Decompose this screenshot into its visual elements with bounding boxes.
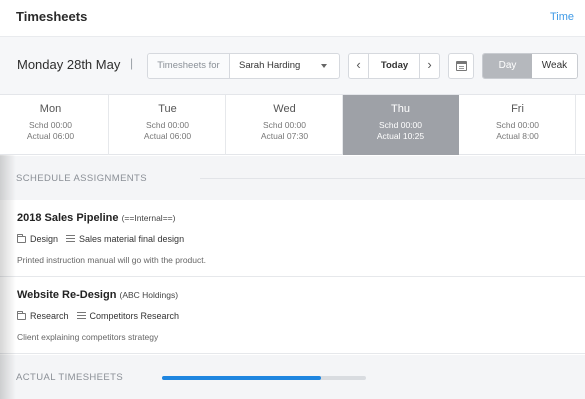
day-name: Mon bbox=[39, 103, 62, 115]
day-actual: Actual 8:00 bbox=[496, 131, 539, 141]
view-day-button[interactable]: Day bbox=[483, 54, 532, 78]
view-toggle: Day Weak bbox=[482, 53, 578, 79]
calendar-icon bbox=[456, 61, 467, 71]
progress-fill bbox=[162, 376, 322, 380]
day-mon[interactable]: Mon Schd 00:00 Actual 06:00 bbox=[0, 95, 109, 155]
section-title: ACTUAL TIMESHEETS bbox=[16, 372, 124, 383]
timesheets-for-value: Sarah Harding bbox=[239, 60, 301, 71]
assignment-tags: Research Competitors Research bbox=[17, 311, 179, 321]
timesheets-for-label: Timesheets for bbox=[148, 54, 230, 78]
day-schd: Schd 00:00 bbox=[262, 120, 306, 130]
list-icon bbox=[66, 235, 76, 242]
task: Sales material final design bbox=[79, 234, 185, 244]
divider bbox=[200, 178, 585, 179]
schedule-section-header: SCHEDULE ASSIGNMENTS bbox=[0, 156, 585, 200]
day-schd: Schd 00:00 bbox=[495, 120, 539, 130]
time-link[interactable]: Time bbox=[550, 11, 574, 23]
day-tue[interactable]: Tue Schd 00:00 Actual 06:00 bbox=[110, 95, 226, 155]
app-title: Timesheets bbox=[16, 9, 88, 24]
separator: | bbox=[130, 56, 134, 70]
project-name: 2018 Sales Pipeline bbox=[17, 212, 119, 224]
client-name: (ABC Holdings) bbox=[119, 290, 179, 300]
day-name: Wed bbox=[273, 103, 296, 115]
day-name: Fri bbox=[511, 103, 524, 115]
day-actual: Actual 06:00 bbox=[26, 131, 75, 141]
view-week-button[interactable]: Weak bbox=[532, 54, 577, 78]
assignment-description: Printed instruction manual will go with … bbox=[17, 255, 206, 265]
day-name: Thu bbox=[391, 103, 410, 115]
assignment-description: Client explaining competitors strategy bbox=[17, 332, 159, 342]
folder-icon bbox=[17, 311, 26, 320]
client-name: (==Internal==) bbox=[121, 213, 176, 223]
category: Design bbox=[30, 234, 59, 244]
timesheets-for-select[interactable]: Timesheets for Sarah Harding bbox=[147, 53, 340, 79]
assignment-title: 2018 Sales Pipeline (==Internal==) bbox=[17, 212, 175, 224]
next-button[interactable]: › bbox=[419, 54, 439, 78]
top-bar: Timesheets Time bbox=[0, 0, 585, 37]
folder-icon bbox=[17, 234, 26, 243]
day-strip: Mon Schd 00:00 Actual 06:00 Tue Schd 00:… bbox=[0, 95, 585, 155]
day-wed[interactable]: Wed Schd 00:00 Actual 07:30 bbox=[227, 95, 343, 155]
current-date: Monday 28th May bbox=[17, 57, 121, 72]
day-actual: Actual 07:30 bbox=[260, 131, 309, 141]
list-icon bbox=[76, 312, 86, 319]
date-navigation: ‹ Today › bbox=[348, 53, 440, 79]
day-actual: Actual 06:00 bbox=[143, 131, 192, 141]
task: Competitors Research bbox=[89, 311, 180, 321]
assignment-card[interactable]: Website Re-Design (ABC Holdings) Researc… bbox=[0, 277, 585, 354]
today-button[interactable]: Today bbox=[369, 54, 420, 78]
progress-bar bbox=[162, 376, 366, 380]
day-thu[interactable]: Thu Schd 00:00 Actual 10:25 bbox=[343, 95, 459, 155]
category: Research bbox=[30, 311, 69, 321]
assignment-title: Website Re-Design (ABC Holdings) bbox=[17, 289, 178, 301]
assignment-card[interactable]: 2018 Sales Pipeline (==Internal==) Desig… bbox=[0, 200, 585, 277]
calendar-button[interactable] bbox=[448, 53, 474, 79]
day-fri[interactable]: Fri Schd 00:00 Actual 8:00 bbox=[460, 95, 576, 155]
section-title: SCHEDULE ASSIGNMENTS bbox=[16, 173, 147, 184]
day-actual: Actual 10:25 bbox=[376, 131, 425, 141]
actual-section-header: ACTUAL TIMESHEETS bbox=[0, 355, 585, 399]
caret-down-icon bbox=[321, 64, 327, 68]
day-schd: Schd 00:00 bbox=[378, 120, 422, 130]
day-name: Tue bbox=[158, 103, 177, 115]
day-schd: Schd 00:00 bbox=[145, 120, 189, 130]
toolbar: Monday 28th May | Timesheets for Sarah H… bbox=[0, 37, 585, 95]
project-name: Website Re-Design bbox=[17, 289, 117, 301]
assignment-tags: Design Sales material final design bbox=[17, 234, 184, 244]
day-schd: Schd 00:00 bbox=[28, 120, 72, 130]
prev-button[interactable]: ‹ bbox=[349, 54, 369, 78]
